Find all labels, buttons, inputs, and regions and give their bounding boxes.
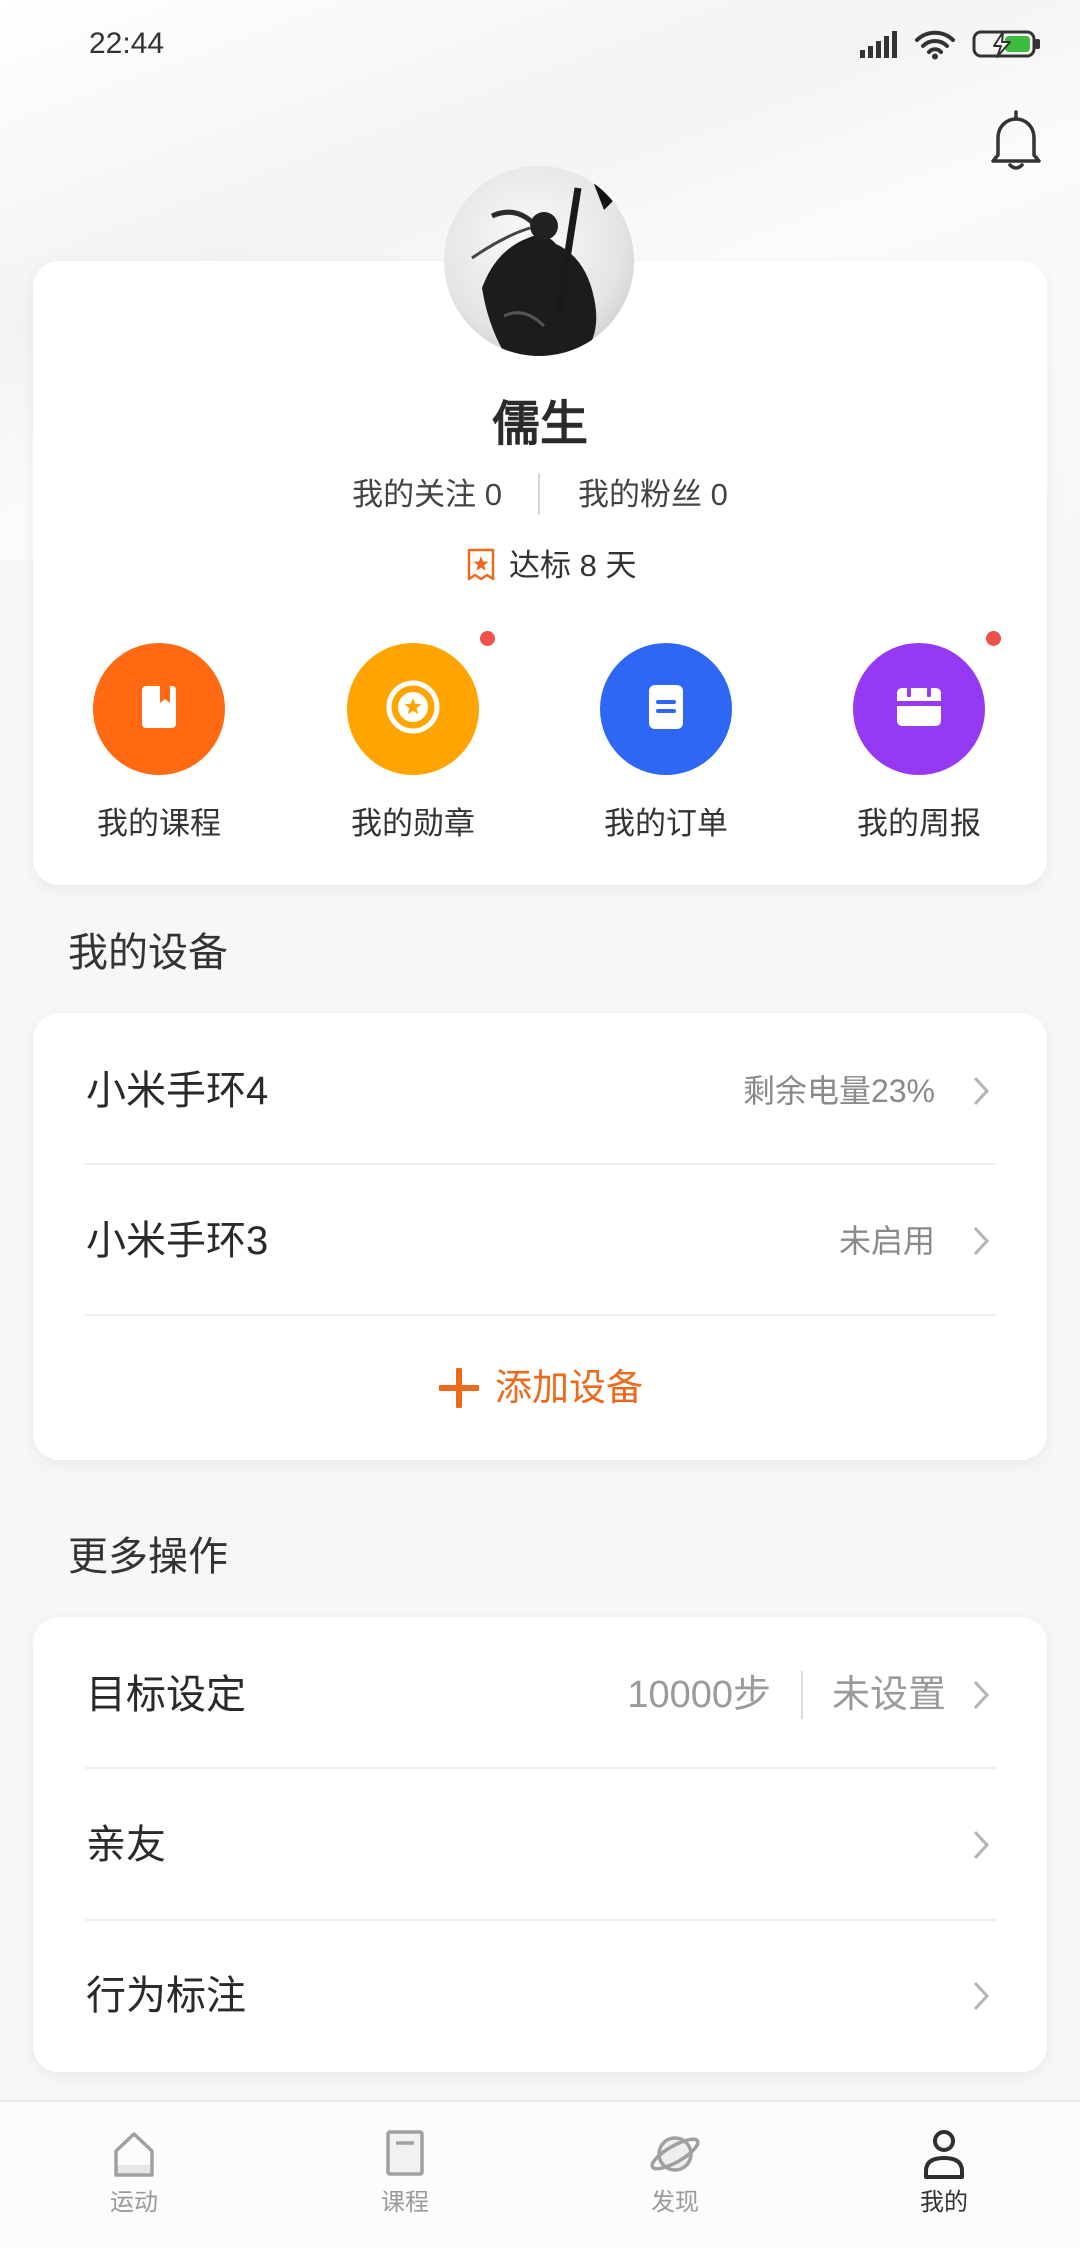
goal-status: 未设置	[832, 1674, 947, 1716]
badge-star-icon	[466, 547, 496, 583]
device-name: 小米手环3	[86, 1219, 269, 1263]
chevron-right-icon	[972, 1225, 990, 1257]
divider	[538, 473, 540, 515]
wifi-icon	[914, 28, 956, 60]
quick-action-icon-bg	[93, 643, 225, 775]
quick-action-label: 我的课程	[97, 806, 221, 841]
section-title-devices: 我的设备	[68, 931, 228, 975]
chevron-right-icon	[972, 1075, 990, 1107]
quick-action-courses[interactable]: 我的课程	[59, 643, 259, 853]
tab-courses[interactable]: 课程	[325, 2102, 485, 2248]
add-device-label: 添加设备	[495, 1366, 643, 1408]
behavior-tagging-row[interactable]: 行为标注	[33, 1920, 1047, 2072]
goal-steps-value: 10000步	[627, 1674, 771, 1716]
more-actions-card: 目标设定 10000步 未设置 亲友 行为标注	[33, 1617, 1047, 2072]
chevron-right-icon	[972, 1980, 990, 2012]
profile-icon	[916, 2127, 972, 2181]
tab-label: 我的	[920, 2189, 968, 2216]
calendar-icon	[887, 675, 951, 744]
section-title-more: 更多操作	[68, 1535, 228, 1579]
device-status: 未启用	[838, 1223, 935, 1259]
book-icon	[130, 678, 188, 741]
chevron-right-icon	[972, 1829, 990, 1861]
avatar[interactable]	[444, 166, 634, 356]
medal-icon	[381, 675, 445, 744]
notification-dot	[986, 631, 1001, 646]
quick-action-label: 我的勋章	[351, 806, 475, 841]
home-icon	[106, 2127, 162, 2181]
tab-discover[interactable]: 发现	[595, 2102, 755, 2248]
profile-name[interactable]: 儒生	[33, 395, 1047, 455]
status-bar: 22:44	[0, 0, 1080, 90]
add-device-button[interactable]: 添加设备	[33, 1315, 1047, 1460]
row-label: 目标设定	[86, 1673, 246, 1717]
quick-action-medals[interactable]: 我的勋章	[313, 631, 513, 853]
friends-row[interactable]: 亲友	[33, 1768, 1047, 1921]
discover-icon	[647, 2127, 703, 2181]
signal-icon	[858, 29, 902, 59]
tab-label: 运动	[110, 2189, 158, 2216]
quick-action-icon-bg	[600, 643, 732, 775]
document-icon	[637, 678, 695, 741]
chevron-right-icon	[972, 1679, 990, 1711]
tab-profile[interactable]: 我的	[864, 2102, 1024, 2248]
device-name: 小米手环4	[86, 1069, 269, 1113]
following-count[interactable]: 我的关注 0	[352, 475, 502, 515]
quick-action-label: 我的订单	[604, 806, 728, 841]
tab-exercise[interactable]: 运动	[54, 2102, 214, 2248]
battery-charging-icon	[972, 29, 1042, 59]
row-label: 行为标注	[86, 1974, 246, 2018]
notification-dot	[480, 631, 495, 646]
course-icon	[377, 2127, 433, 2181]
device-status: 剩余电量23%	[742, 1073, 935, 1109]
quick-action-orders[interactable]: 我的订单	[566, 643, 766, 853]
quick-action-label: 我的周报	[857, 806, 981, 841]
tab-label: 发现	[651, 2189, 699, 2216]
status-time: 22:44	[89, 27, 165, 60]
divider	[801, 1671, 803, 1719]
device-row[interactable]: 小米手环3 未启用	[33, 1164, 1047, 1316]
tab-label: 课程	[381, 2189, 429, 2216]
streak-days: 达标 8 天	[509, 548, 637, 583]
bottom-tab-bar: 运动 课程 发现 我的	[0, 2100, 1080, 2248]
bell-icon[interactable]	[988, 108, 1044, 172]
quick-action-icon-bg	[853, 643, 985, 775]
devices-card: 小米手环4 剩余电量23% 小米手环3 未启用 添加设备	[33, 1013, 1047, 1460]
row-label: 亲友	[86, 1823, 166, 1867]
plus-icon	[437, 1366, 481, 1410]
quick-action-icon-bg	[347, 643, 479, 775]
followers-count[interactable]: 我的粉丝 0	[578, 475, 728, 515]
quick-action-weekly-report[interactable]: 我的周报	[819, 631, 1019, 853]
goal-setting-row[interactable]: 目标设定 10000步 未设置	[33, 1617, 1047, 1769]
device-row[interactable]: 小米手环4 剩余电量23%	[33, 1013, 1047, 1165]
